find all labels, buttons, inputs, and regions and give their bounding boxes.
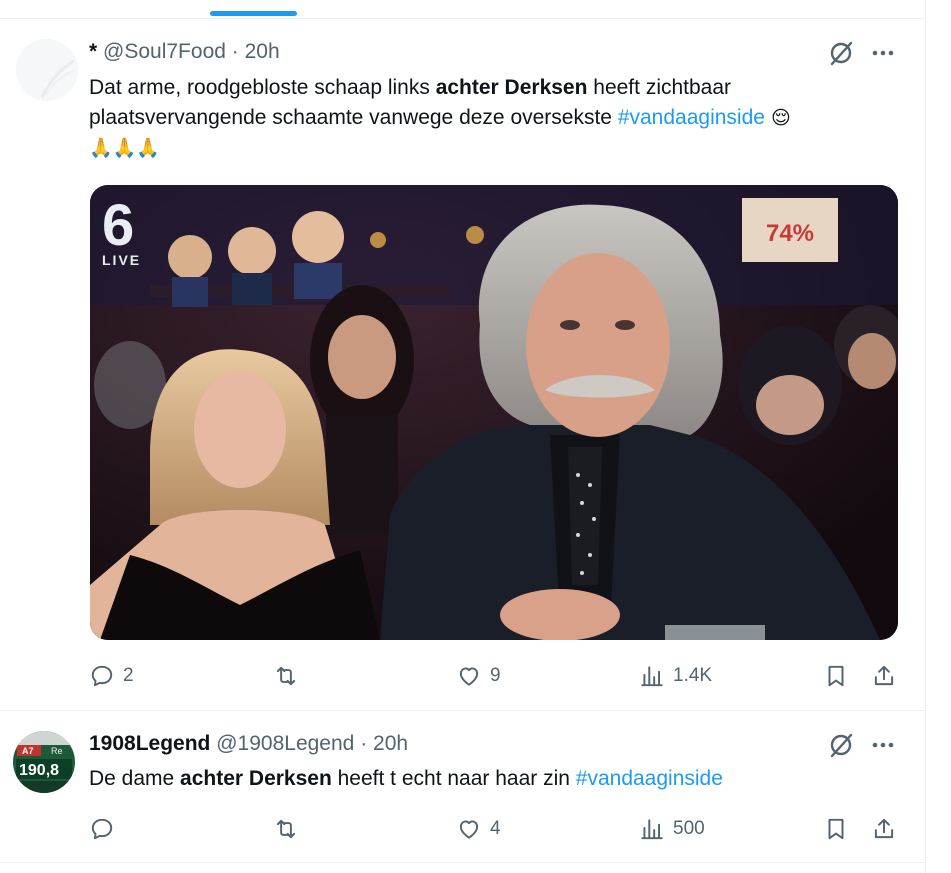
like-count: 4 [490, 818, 501, 839]
tweet-divider [0, 862, 925, 863]
timestamp[interactable]: 20h [373, 732, 408, 755]
hashtag-link[interactable]: #vandaaginside [618, 106, 765, 129]
bookmark-button[interactable] [823, 660, 849, 692]
like-count: 9 [490, 665, 501, 686]
tweet[interactable]: * @Soul7Food · 20h Dat arme, roodgeblost… [0, 19, 925, 710]
retweet-button[interactable] [273, 813, 307, 845]
display-name[interactable]: 1908Legend [89, 732, 210, 755]
reply-button[interactable]: 2 [89, 660, 134, 692]
reply-icon [91, 818, 113, 840]
share-icon [874, 818, 894, 839]
reply-count: 2 [123, 665, 134, 686]
tweet[interactable]: A7 Re 190,8 1908Legend @1908Legend · 20h… [0, 711, 925, 861]
tweet-text: De dame achter Derksen heeft t echt naar… [89, 764, 909, 794]
grok-slash-icon[interactable] [827, 39, 855, 67]
hashtag-link[interactable]: #vandaaginside [576, 767, 723, 790]
tweet-text-bold: achter Derksen [180, 767, 332, 790]
bookmark-button[interactable] [823, 813, 849, 845]
tweet-text-part: Dat arme, roodgebloste schaap links [89, 76, 436, 99]
heart-icon [459, 820, 479, 839]
media-sign-text: 74% [766, 220, 814, 247]
avatar-text: Re [51, 746, 63, 756]
channel-logo: 6 [102, 193, 134, 258]
tweet-actions: 2 9 1.4K [89, 660, 899, 692]
more-dots-icon[interactable] [869, 731, 897, 759]
separator: · [231, 40, 239, 63]
share-button[interactable] [871, 813, 897, 845]
retweet-button[interactable] [273, 660, 307, 692]
handle[interactable]: @1908Legend [216, 732, 354, 755]
reply-icon [91, 665, 113, 687]
handle[interactable]: @Soul7Food [103, 40, 226, 63]
share-icon [874, 665, 894, 686]
heart-icon [459, 667, 479, 686]
bookmark-icon [828, 665, 844, 687]
views-bar-icon [641, 819, 663, 840]
live-label: LIVE [102, 252, 141, 268]
avatar[interactable] [16, 39, 78, 101]
display-name[interactable]: * [89, 40, 97, 63]
avatar-image: A7 Re 190,8 [13, 731, 75, 793]
tweet-header: 1908Legend @1908Legend · 20h [89, 732, 408, 756]
timeline-border [925, 0, 926, 873]
grok-slash-icon[interactable] [827, 731, 855, 759]
views-bar-icon [641, 666, 663, 687]
tweet-header: * @Soul7Food · 20h [89, 40, 280, 64]
avatar-text: A7 [22, 746, 34, 756]
like-button[interactable]: 9 [456, 660, 501, 692]
timestamp[interactable]: 20h [245, 40, 280, 63]
view-count: 500 [673, 818, 705, 839]
avatar[interactable]: A7 Re 190,8 [13, 731, 75, 793]
retweet-icon [276, 666, 296, 686]
like-button[interactable]: 4 [456, 813, 501, 845]
active-tab-indicator [210, 11, 297, 16]
reply-button[interactable] [89, 813, 123, 845]
pray-emojis: 🙏🙏🙏 [89, 137, 160, 159]
view-count: 1.4K [673, 665, 713, 686]
share-button[interactable] [871, 660, 897, 692]
views-button[interactable]: 1.4K [639, 660, 712, 692]
avatar-image [16, 39, 78, 101]
tweet-text-part: De dame [89, 767, 181, 790]
bookmark-icon [828, 818, 844, 840]
more-dots-icon[interactable] [869, 39, 897, 67]
tweet-text-part: heeft t echt naar haar zin [331, 767, 576, 790]
separator: · [360, 732, 368, 755]
tweet-actions: 4 500 [89, 813, 899, 845]
tweet-media-image[interactable]: 74% 6 LIVE [90, 185, 898, 640]
views-button[interactable]: 500 [639, 813, 705, 845]
tweet-text: Dat arme, roodgebloste schaap links acht… [89, 73, 909, 163]
tweet-text-bold: achter Derksen [435, 76, 588, 99]
relieved-emoji: 😌 [764, 107, 791, 129]
retweet-icon [276, 819, 296, 839]
avatar-text: 190,8 [19, 762, 59, 779]
